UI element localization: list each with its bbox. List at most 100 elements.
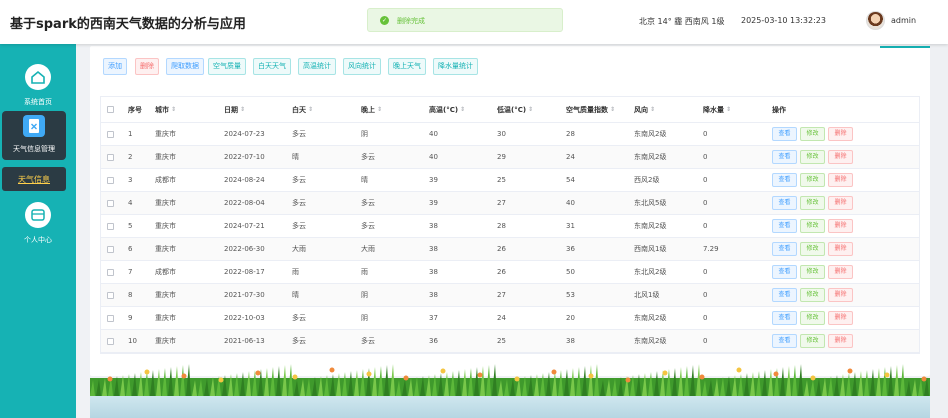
delete-row-button[interactable]: 删除	[828, 311, 853, 325]
delete-row-button[interactable]: 删除	[828, 196, 853, 210]
column-header[interactable]: 高温(°C) ⇕	[429, 97, 465, 122]
table-cell: 晴	[292, 153, 299, 161]
view-button[interactable]: 查看	[772, 196, 797, 210]
table-cell: 2022-08-17	[224, 268, 265, 276]
sidebar-subitem-weather-info[interactable]: 天气信息	[2, 167, 66, 191]
table-cell: 重庆市	[155, 199, 176, 207]
column-header[interactable]: 城市 ⇕	[155, 97, 176, 122]
table-cell: 38	[566, 337, 575, 345]
column-header: 操作	[772, 105, 786, 114]
view-button[interactable]: 查看	[772, 127, 797, 141]
row-checkbox[interactable]	[107, 153, 114, 161]
precipitation-stats-button[interactable]: 降水量统计	[433, 58, 478, 75]
table-cell: 53	[566, 291, 575, 299]
table-cell: 雨	[361, 268, 368, 276]
sidebar-item-label: 系统首页	[24, 98, 52, 106]
table-cell: 重庆市	[155, 314, 176, 322]
row-checkbox[interactable]	[107, 130, 114, 138]
view-button[interactable]: 查看	[772, 334, 797, 348]
table-row: 5 重庆市 2024-07-21 多云 多云 38 28 31 东南风2级 0 查看 修改 删除	[101, 215, 919, 238]
sidebar-item-weather-management[interactable]: 天气信息管理	[2, 111, 66, 160]
table-cell: 阴	[361, 291, 368, 299]
view-button[interactable]: 查看	[772, 288, 797, 302]
column-header[interactable]: 序号	[128, 97, 142, 122]
table-cell: 成都市	[155, 176, 176, 184]
column-header[interactable]: 低温(°C) ⇕	[497, 97, 533, 122]
column-header[interactable]: 空气质量指数 ⇕	[566, 97, 615, 122]
view-button[interactable]: 查看	[772, 311, 797, 325]
edit-button[interactable]: 修改	[800, 311, 825, 325]
wind-stats-button[interactable]: 风向统计	[343, 58, 381, 75]
delete-row-button[interactable]: 删除	[828, 288, 853, 302]
table-cell: 50	[566, 268, 575, 276]
view-button[interactable]: 查看	[772, 173, 797, 187]
check-circle-icon: ✓	[380, 16, 389, 25]
air-quality-button[interactable]: 空气质量	[208, 58, 246, 75]
edit-button[interactable]: 修改	[800, 265, 825, 279]
row-checkbox[interactable]	[107, 268, 114, 276]
table-cell: 4	[128, 199, 133, 207]
column-header[interactable]: 晚上 ⇕	[361, 97, 382, 122]
delete-button[interactable]: 删除	[135, 58, 159, 75]
column-header[interactable]: 降水量 ⇕	[703, 97, 731, 122]
table-cell: 0	[703, 176, 708, 184]
row-checkbox[interactable]	[107, 176, 114, 184]
view-button[interactable]: 查看	[772, 219, 797, 233]
row-checkbox[interactable]	[107, 291, 114, 299]
table-cell: 10	[128, 337, 137, 345]
table-cell: 晴	[361, 176, 368, 184]
row-checkbox[interactable]	[107, 245, 114, 253]
table-cell: 成都市	[155, 268, 176, 276]
edit-button[interactable]: 修改	[800, 150, 825, 164]
avatar[interactable]	[866, 11, 885, 30]
table-row: 3 成都市 2024-08-24 多云 晴 39 25 54 西风2级 0 查看 修改 删除	[101, 169, 919, 192]
edit-button[interactable]: 修改	[800, 288, 825, 302]
edit-button[interactable]: 修改	[800, 334, 825, 348]
crawl-data-button[interactable]: 爬取数据	[166, 58, 204, 75]
add-button[interactable]: 添加	[103, 58, 127, 75]
table-cell: 24	[497, 314, 506, 322]
row-checkbox[interactable]	[107, 222, 114, 230]
table-cell: 9	[128, 314, 133, 322]
water-decoration	[90, 396, 930, 418]
high-temp-stats-button[interactable]: 高温统计	[298, 58, 336, 75]
edit-button[interactable]: 修改	[800, 219, 825, 233]
edit-button[interactable]: 修改	[800, 242, 825, 256]
table-cell: 大雨	[292, 245, 306, 253]
view-button[interactable]: 查看	[772, 150, 797, 164]
delete-row-button[interactable]: 删除	[828, 173, 853, 187]
table-cell: 多云	[361, 222, 375, 230]
delete-row-button[interactable]: 删除	[828, 334, 853, 348]
column-header[interactable]: 日期 ⇕	[224, 97, 245, 122]
delete-row-button[interactable]: 删除	[828, 127, 853, 141]
table-cell: 重庆市	[155, 130, 176, 138]
delete-row-button[interactable]: 删除	[828, 265, 853, 279]
edit-button[interactable]: 修改	[800, 173, 825, 187]
view-button[interactable]: 查看	[772, 242, 797, 256]
select-all-checkbox[interactable]	[107, 106, 114, 113]
sidebar-item-home[interactable]: 系统首页	[0, 64, 76, 107]
table-cell: 20	[566, 314, 575, 322]
table-cell: 38	[429, 268, 438, 276]
row-checkbox[interactable]	[107, 314, 114, 322]
edit-button[interactable]: 修改	[800, 127, 825, 141]
row-checkbox[interactable]	[107, 337, 114, 345]
username[interactable]: admin	[891, 16, 916, 25]
sidebar-item-profile[interactable]: 个人中心	[0, 202, 76, 245]
table-cell: 多云	[292, 314, 306, 322]
day-weather-button[interactable]: 白天天气	[253, 58, 291, 75]
home-icon	[25, 64, 51, 90]
clipboard-icon	[23, 115, 45, 137]
column-header[interactable]: 风向 ⇕	[634, 97, 655, 122]
edit-button[interactable]: 修改	[800, 196, 825, 210]
night-weather-button[interactable]: 晚上天气	[388, 58, 426, 75]
column-header[interactable]: 白天 ⇕	[292, 97, 313, 122]
delete-row-button[interactable]: 删除	[828, 242, 853, 256]
table-cell: 多云	[361, 153, 375, 161]
table-cell: 多云	[361, 199, 375, 207]
view-button[interactable]: 查看	[772, 265, 797, 279]
delete-row-button[interactable]: 删除	[828, 150, 853, 164]
delete-row-button[interactable]: 删除	[828, 219, 853, 233]
success-toast: ✓ 删除完成	[367, 8, 563, 32]
row-checkbox[interactable]	[107, 199, 114, 207]
